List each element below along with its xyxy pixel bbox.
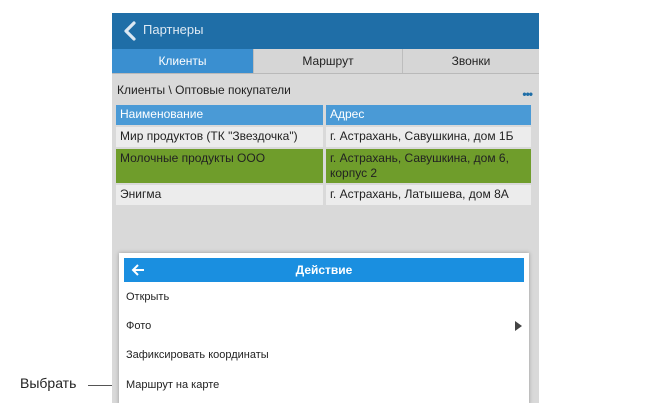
cell-address: г. Астрахань, Латышева, дом 8А bbox=[326, 185, 531, 205]
dialog-header: Действие bbox=[124, 258, 524, 282]
menu-item-fix-coordinates[interactable]: Зафиксировать координаты bbox=[126, 344, 524, 366]
tab-calls[interactable]: Звонки bbox=[403, 49, 539, 73]
page-title: Партнеры bbox=[143, 22, 204, 37]
breadcrumb[interactable]: Клиенты \ Оптовые покупатели bbox=[117, 83, 291, 97]
menu-item-photo[interactable]: Фото bbox=[126, 315, 524, 337]
more-dots-icon[interactable]: ••• bbox=[522, 87, 533, 101]
tab-route[interactable]: Маршрут bbox=[254, 49, 403, 73]
cell-name: Молочные продукты ООО bbox=[116, 149, 323, 183]
app-screen: Партнеры Клиенты Маршрут Звонки Клиенты … bbox=[112, 13, 539, 403]
tab-clients[interactable]: Клиенты bbox=[112, 49, 254, 73]
menu-item-route-on-map[interactable]: Маршрут на карте bbox=[126, 374, 524, 396]
annotation-label: Выбрать bbox=[20, 375, 77, 391]
tab-bar: Клиенты Маршрут Звонки bbox=[112, 49, 539, 74]
cell-address: г. Астрахань, Савушкина, дом 6, корпус 2 bbox=[326, 149, 531, 183]
dialog-title: Действие bbox=[295, 263, 353, 277]
triangle-right-icon bbox=[515, 321, 522, 331]
menu-item-label: Открыть bbox=[126, 291, 170, 303]
chevron-left-icon[interactable] bbox=[120, 20, 142, 42]
menu-item-label: Маршрут на карте bbox=[126, 379, 220, 391]
cell-name: Мир продуктов (ТК "Звездочка") bbox=[116, 127, 323, 147]
column-header-name[interactable]: Наименование bbox=[116, 105, 323, 125]
column-header-address[interactable]: Адрес bbox=[326, 105, 531, 125]
menu-item-label: Фото bbox=[126, 320, 152, 332]
menu-item-label: Зафиксировать координаты bbox=[126, 349, 269, 361]
menu-item-open[interactable]: Открыть bbox=[126, 286, 524, 308]
cell-name: Энигма bbox=[116, 185, 323, 205]
cell-address: г. Астрахань, Савушкина, дом 1Б bbox=[326, 127, 531, 147]
breadcrumb-bar: Клиенты \ Оптовые покупатели ••• bbox=[112, 74, 539, 104]
app-header: Партнеры bbox=[112, 13, 539, 49]
action-dialog: Действие Открыть Фото Зафиксировать коор… bbox=[119, 253, 529, 403]
